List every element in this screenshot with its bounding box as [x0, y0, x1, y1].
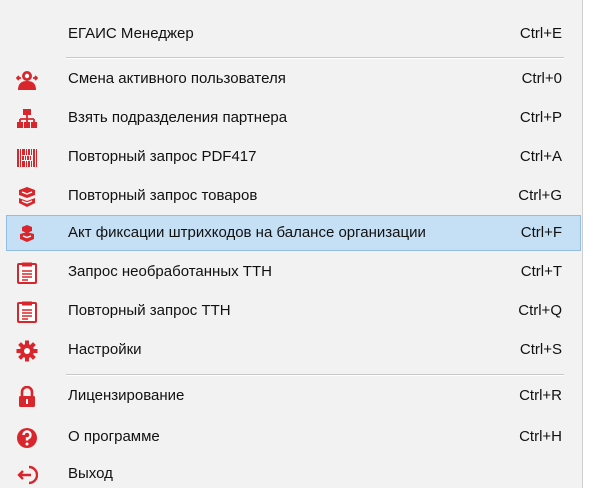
menu-separator: [66, 57, 564, 59]
menu-item-pdf417-request[interactable]: Повторный запрос PDF417 Ctrl+A: [6, 139, 581, 175]
exit-icon: [16, 464, 38, 486]
menu-item-shortcut: Ctrl+E: [519, 25, 562, 42]
menu-item-partner-divisions[interactable]: Взять подразделения партнера Ctrl+P: [6, 100, 581, 136]
context-menu: ЕГАИС Менеджер Ctrl+E Смена активного по…: [0, 0, 583, 488]
user-switch-icon: [16, 69, 38, 91]
menu-separator: [66, 374, 564, 376]
goods-request-icon: [16, 186, 38, 208]
menu-item-shortcut: Ctrl+H: [519, 428, 562, 445]
menu-item-settings[interactable]: Настройки Ctrl+S: [6, 332, 581, 368]
menu-item-label: Смена активного пользователя: [68, 70, 286, 87]
menu-item-exit[interactable]: Выход: [6, 456, 581, 492]
menu-item-label: ЕГАИС Менеджер: [68, 25, 194, 42]
menu-item-barcode-balance-act[interactable]: Акт фиксации штрихкодов на балансе орган…: [6, 215, 581, 251]
menu-item-shortcut: Ctrl+T: [520, 263, 562, 280]
menu-item-switch-user[interactable]: Смена активного пользователя Ctrl+0: [6, 61, 581, 97]
menu-item-shortcut: Ctrl+S: [519, 341, 562, 358]
menu-item-label: О программе: [68, 428, 160, 445]
menu-item-label: Выход: [68, 465, 113, 482]
barcode-icon: [16, 147, 38, 169]
lock-icon: [16, 386, 38, 408]
menu-item-shortcut: Ctrl+0: [521, 70, 562, 87]
barcode-balance-icon: [16, 223, 38, 245]
menu-item-shortcut: Ctrl+F: [520, 224, 562, 241]
menu-item-egais-manager[interactable]: ЕГАИС Менеджер Ctrl+E: [6, 16, 581, 52]
document-icon: [16, 301, 38, 323]
gear-icon: [16, 340, 38, 362]
menu-item-shortcut: Ctrl+P: [519, 109, 562, 126]
help-icon: [16, 427, 38, 449]
menu-item-goods-request[interactable]: Повторный запрос товаров Ctrl+G: [6, 178, 581, 214]
menu-item-about[interactable]: О программе Ctrl+H: [6, 419, 581, 455]
menu-item-label: Повторный запрос ТТН: [68, 302, 231, 319]
menu-item-label: Настройки: [68, 341, 142, 358]
menu-item-label: Взять подразделения партнера: [68, 109, 288, 126]
menu-item-licensing[interactable]: Лицензирование Ctrl+R: [6, 378, 581, 414]
menu-item-label: Акт фиксации штрихкодов на балансе орган…: [68, 224, 426, 241]
menu-item-label: Повторный запрос товаров: [68, 187, 258, 204]
menu-item-shortcut: Ctrl+R: [519, 387, 562, 404]
menu-item-label: Лицензирование: [68, 387, 185, 404]
menu-item-unprocessed-ttn-request[interactable]: Запрос необработанных ТТН Ctrl+T: [6, 254, 581, 290]
menu-item-shortcut: Ctrl+Q: [518, 302, 562, 319]
menu-item-shortcut: Ctrl+G: [518, 187, 562, 204]
menu-item-label: Повторный запрос PDF417: [68, 148, 257, 165]
menu-item-label: Запрос необработанных ТТН: [68, 263, 272, 280]
org-structure-icon: [16, 108, 38, 130]
document-icon: [16, 262, 38, 284]
menu-item-repeat-ttn-request[interactable]: Повторный запрос ТТН Ctrl+Q: [6, 293, 581, 329]
menu-item-shortcut: Ctrl+A: [519, 148, 562, 165]
